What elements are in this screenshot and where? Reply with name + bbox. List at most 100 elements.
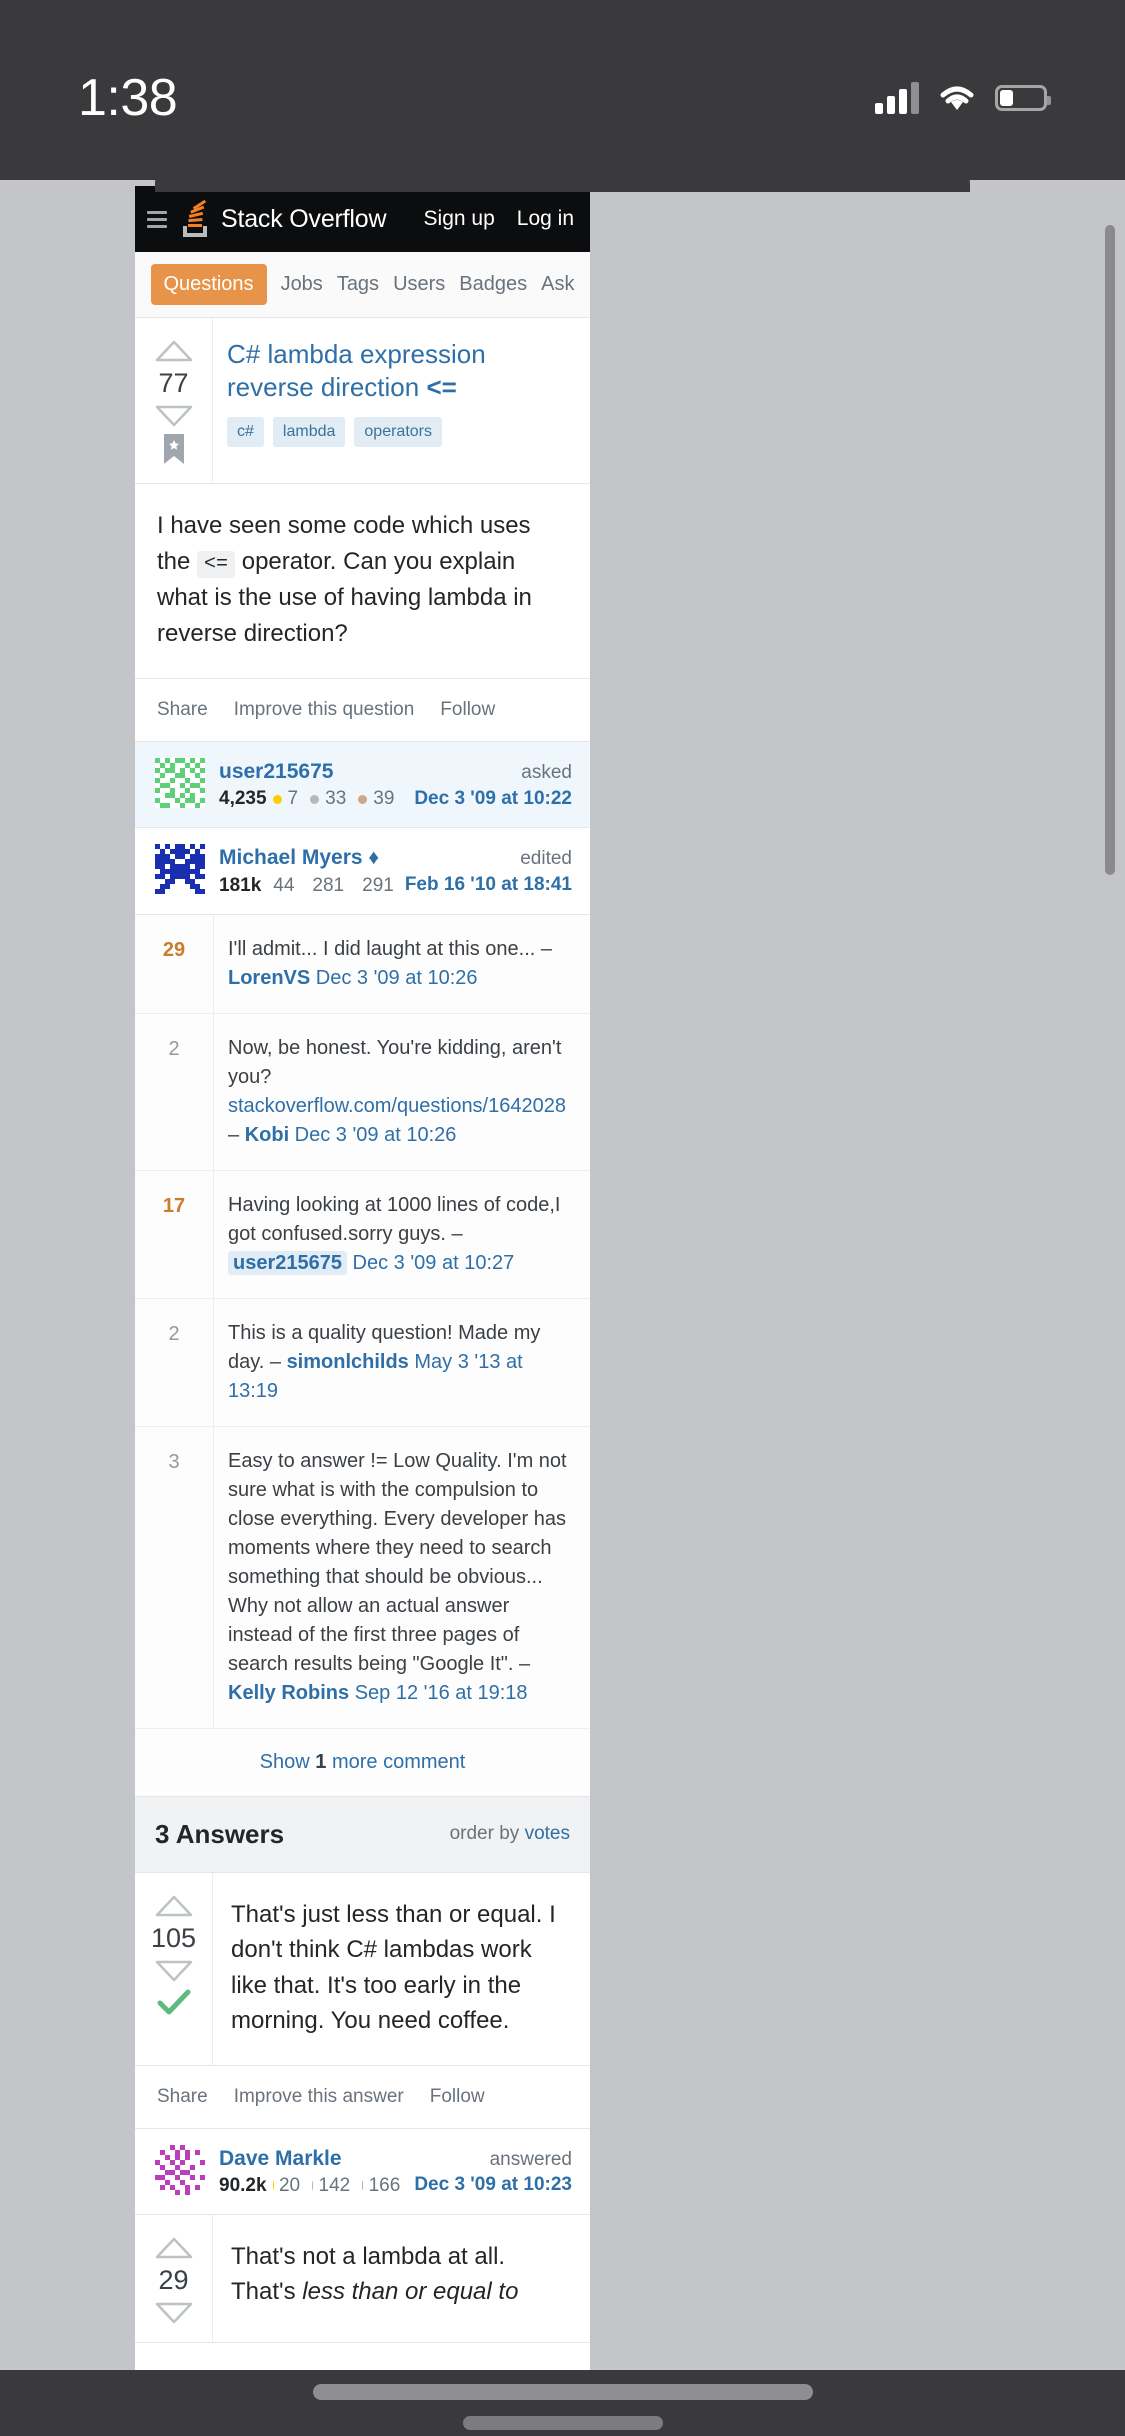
comment-author-link[interactable]: user215675 — [228, 1250, 347, 1275]
comment-date-link[interactable]: Sep 12 '16 at 19:18 — [349, 1682, 528, 1704]
improve-question-link[interactable]: Improve this question — [234, 699, 415, 721]
order-by-votes-link[interactable]: votes — [525, 1823, 570, 1844]
answered-date[interactable]: Dec 3 '09 at 10:23 — [414, 2172, 572, 2198]
upvote-arrow-icon[interactable] — [155, 1895, 193, 1917]
comment-date-link[interactable]: Dec 3 '09 at 10:27 — [347, 1252, 515, 1274]
comment-item: 17 Having looking at 1000 lines of code,… — [135, 1170, 590, 1299]
asker-meta: asked Dec 3 '09 at 10:22 — [414, 758, 572, 811]
show-more-suffix: more comment — [326, 1750, 466, 1773]
page-scrollbar[interactable] — [1105, 225, 1115, 875]
comment-url-link[interactable]: stackoverflow.com/questions/1642028 — [228, 1095, 566, 1117]
downvote-arrow-icon[interactable] — [155, 1960, 193, 1982]
comment-author-link[interactable]: simonlchilds — [287, 1351, 409, 1373]
status-time: 1:38 — [78, 69, 178, 127]
answer-body: That's just less than or equal. I don't … — [231, 1900, 556, 2035]
comment-text: This is a quality question! Made my day.… — [213, 1298, 590, 1426]
stack-overflow-logo-icon[interactable] — [177, 199, 211, 239]
editor-rep-value: 181k — [219, 874, 262, 896]
comment-date-link[interactable]: Dec 3 '09 at 10:26 — [310, 967, 478, 989]
auth-links: Sign up Log in — [424, 207, 574, 231]
editor-reputation: 181k 44 281 291 — [219, 874, 394, 897]
downvote-arrow-icon[interactable] — [155, 2302, 193, 2324]
comment-score: 3 — [168, 1450, 180, 1473]
asker-gold-count: 7 — [287, 788, 299, 810]
stack-overflow-page: Stack Overflow Sign up Log in Questions … — [135, 186, 590, 2376]
site-nav: Questions Jobs Tags Users Badges Ask — [135, 252, 590, 318]
editor-name[interactable]: Michael Myers ♦ — [219, 844, 391, 871]
comment-text: Now, be honest. You're kidding, aren't y… — [213, 1013, 590, 1170]
comment-score: 2 — [168, 1037, 180, 1060]
answer-item: 29 That's not a lambda at all. That's le… — [135, 2214, 590, 2343]
log-in-button[interactable]: Log in — [517, 207, 574, 231]
answerer-name[interactable]: Dave Markle — [219, 2145, 400, 2172]
hamburger-menu-icon[interactable] — [147, 210, 167, 228]
comment-score: 2 — [168, 1322, 180, 1345]
identicon-avatar-purple[interactable] — [155, 2144, 205, 2195]
site-topbar: Stack Overflow Sign up Log in — [135, 186, 590, 252]
edited-label: edited — [520, 848, 572, 870]
comment-author-link[interactable]: Kobi — [245, 1124, 289, 1146]
comment-body: I'll admit... I did laught at this one..… — [228, 937, 552, 960]
share-answer-link[interactable]: Share — [157, 2086, 208, 2108]
answerer-reputation: 90.2k 20 142 166 — [219, 2175, 400, 2197]
answers-header: 3 Answers order by votes — [135, 1796, 590, 1873]
tag-csharp[interactable]: c# — [227, 417, 264, 447]
nav-item-users[interactable]: Users — [393, 273, 445, 296]
nav-item-tags[interactable]: Tags — [337, 273, 379, 296]
question-header: 77 C# lambda expression reverse directio… — [135, 318, 590, 484]
comment-item: 29 I'll admit... I did laught at this on… — [135, 914, 590, 1014]
answer-body-emphasis: less than or equal to — [302, 2278, 519, 2306]
sign-up-button[interactable]: Sign up — [424, 207, 495, 231]
comment-author-link[interactable]: LorenVS — [228, 967, 310, 989]
comment-text: Easy to answer != Low Quality. I'm not s… — [213, 1426, 590, 1728]
answers-order: order by votes — [450, 1823, 570, 1845]
nav-item-ask[interactable]: Ask — [541, 273, 574, 296]
ios-status-bar: 1:38 — [0, 0, 1125, 180]
question-vote-column: 77 — [135, 318, 213, 483]
answer-vote-count: 29 — [158, 2264, 189, 2295]
nav-item-jobs[interactable]: Jobs — [281, 273, 323, 296]
answerer-gold-count: 20 — [278, 2174, 301, 2196]
identicon-avatar-blue[interactable] — [155, 844, 205, 895]
show-more-comments-link[interactable]: Show 1 more comment — [135, 1728, 590, 1797]
asked-date[interactable]: Dec 3 '09 at 10:22 — [414, 786, 572, 812]
asker-name[interactable]: user215675 — [219, 758, 400, 785]
question-title[interactable]: C# lambda expression reverse direction <… — [227, 338, 572, 403]
follow-question-link[interactable]: Follow — [440, 699, 495, 721]
question-title-operator: <= — [426, 371, 457, 402]
improve-answer-link[interactable]: Improve this answer — [234, 2086, 404, 2108]
edited-date[interactable]: Feb 16 '10 at 18:41 — [405, 872, 572, 898]
editor-info: Michael Myers ♦ 181k 44 281 291 — [219, 844, 394, 897]
answer-vote-count: 105 — [150, 1922, 197, 1953]
battery-icon — [995, 85, 1051, 111]
answer-item: 105 That's just less than or equal. I do… — [135, 1872, 590, 2066]
tag-lambda[interactable]: lambda — [272, 417, 346, 447]
answered-label: answered — [489, 2148, 572, 2170]
asker-silver-count: 33 — [325, 788, 347, 810]
nav-item-questions[interactable]: Questions — [150, 264, 267, 305]
editor-gold-count: 44 — [273, 874, 295, 896]
upvote-arrow-icon[interactable] — [155, 2237, 193, 2259]
comment-date-link[interactable]: Dec 3 '09 at 10:26 — [289, 1124, 457, 1146]
asker-rep-value: 4,235 — [219, 788, 267, 810]
gold-badge-icon — [272, 794, 282, 804]
address-bar-pill[interactable] — [312, 2384, 813, 2400]
comment-body: Easy to answer != Low Quality. I'm not s… — [228, 1449, 567, 1675]
editor-name-text: Michael Myers — [219, 846, 363, 870]
editor-silver-count: 281 — [312, 874, 345, 896]
tag-operators[interactable]: operators — [354, 417, 442, 447]
nav-item-badges[interactable]: Badges — [459, 273, 527, 296]
inline-code-operator: <= — [197, 551, 236, 578]
status-indicators — [875, 82, 1051, 114]
home-indicator — [462, 2416, 663, 2430]
identicon-avatar-green[interactable] — [155, 758, 205, 808]
upvote-arrow-icon[interactable] — [155, 340, 193, 362]
comment-score: 17 — [162, 1194, 186, 1217]
follow-answer-link[interactable]: Follow — [430, 2086, 485, 2108]
share-question-link[interactable]: Share — [157, 699, 208, 721]
comment-author-link[interactable]: Kelly Robins — [228, 1682, 349, 1704]
bookmark-icon[interactable] — [161, 433, 187, 465]
comment-score: 29 — [162, 938, 186, 961]
comment-body: Now, be honest. You're kidding, aren't y… — [228, 1036, 562, 1088]
downvote-arrow-icon[interactable] — [155, 405, 193, 427]
